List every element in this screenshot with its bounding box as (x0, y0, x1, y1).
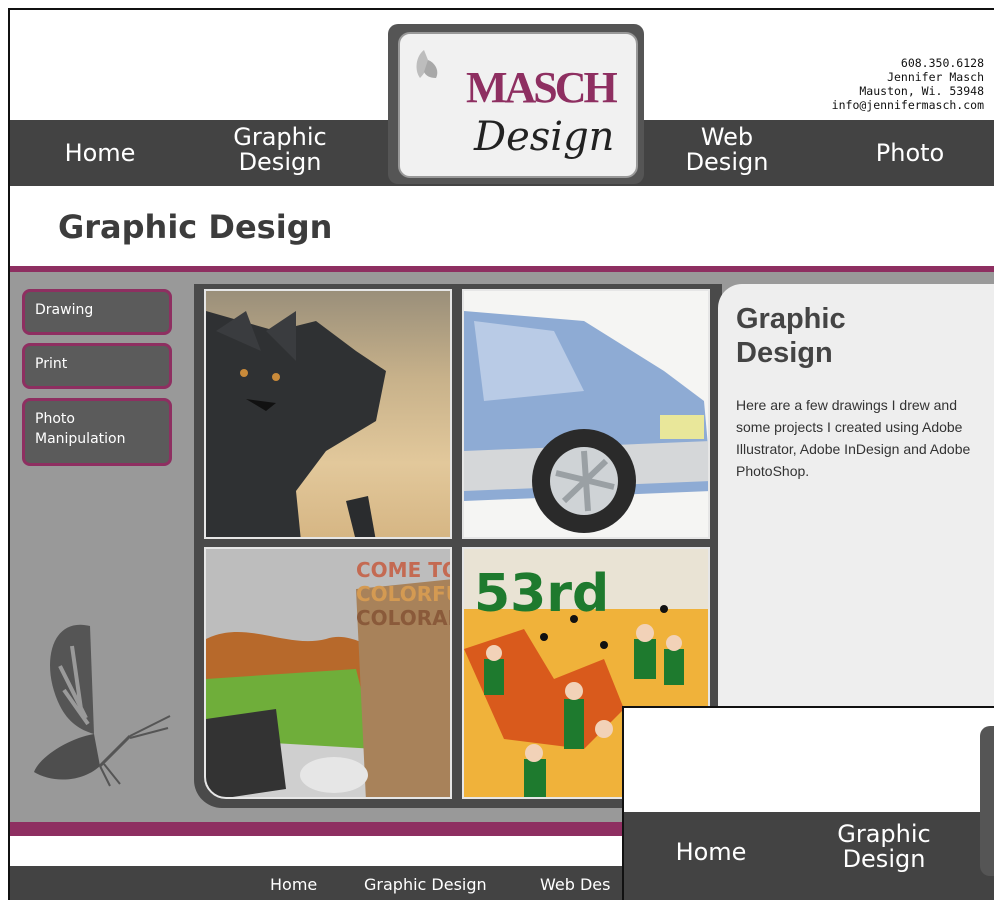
nav-home[interactable]: Home (40, 141, 160, 166)
footer-link-web-design[interactable]: Web Des (540, 876, 610, 894)
logo-text-design: Design (473, 114, 614, 160)
butterfly-icon (416, 50, 438, 78)
nav-web-design-line1: Web (700, 123, 754, 151)
panel-heading: Graphic Design (736, 302, 846, 370)
sidebar-item-photo-manipulation[interactable]: Photo Manipulation (22, 398, 172, 466)
wolf-image (206, 311, 386, 537)
nav-photo[interactable]: Photo (850, 141, 970, 166)
nav-web-design[interactable]: Web Design (662, 125, 792, 175)
contact-city: Mauston, Wi. 53948 (859, 84, 984, 98)
footer-link-home[interactable]: Home (270, 876, 317, 894)
panel-heading-line1: Graphic (736, 303, 846, 335)
logo-text-masch: MASCH (466, 63, 618, 112)
colorado-sign-line1: COME TO (356, 558, 452, 582)
car-drawing (464, 311, 708, 533)
fest-number: 53rd (474, 564, 609, 624)
overlay-nav-graphic-line2: Design (842, 845, 926, 873)
logo-link[interactable]: MASCH Design (398, 32, 638, 178)
browser-viewport: 608.350.6128 Jennifer Masch Mauston, Wi.… (8, 8, 994, 900)
nav-graphic-design-line2: Design (238, 148, 322, 176)
overlapping-window: Home Graphic Design (622, 706, 994, 900)
panel-body: Here are a few drawings I drew and some … (736, 397, 971, 479)
colorado-drawing: COME TO COLORFUL COLORAD (206, 549, 452, 797)
colorado-sign-line3: COLORAD (356, 606, 452, 630)
overlay-nav-graphic-design[interactable]: Graphic Design (814, 822, 954, 872)
thumb-car[interactable] (462, 289, 710, 539)
page-title: Graphic Design (58, 208, 333, 246)
sidebar-item-label-line2: Manipulation (35, 431, 126, 447)
sidebar-item-print[interactable]: Print (22, 343, 172, 389)
panel-heading-line2: Design (736, 337, 833, 369)
thumb-colorado[interactable]: COME TO COLORFUL COLORAD (204, 547, 452, 799)
masch-design-logo: MASCH Design (416, 50, 621, 160)
overlay-logo-frame (980, 726, 994, 876)
sidebar-item-drawing[interactable]: Drawing (22, 289, 172, 335)
sidebar-item-label-line1: Photo (35, 411, 75, 427)
thumb-wolf[interactable] (204, 289, 452, 539)
nav-graphic-design-line1: Graphic (233, 123, 327, 151)
nav-web-design-line2: Design (685, 148, 769, 176)
nav-graphic-design[interactable]: Graphic Design (210, 125, 350, 175)
contact-email[interactable]: info@jennifermasch.com (832, 98, 984, 112)
colorado-sign-line2: COLORFUL (356, 582, 452, 606)
overlay-nav-home[interactable]: Home (652, 840, 770, 865)
contact-phone: 608.350.6128 (900, 56, 984, 70)
overlay-nav-graphic-line1: Graphic (837, 820, 931, 848)
butterfly-icon (34, 624, 171, 787)
footer-link-graphic-design[interactable]: Graphic Design (364, 876, 487, 894)
contact-info: 608.350.6128 Jennifer Masch Mauston, Wi.… (832, 56, 984, 112)
contact-name: Jennifer Masch (887, 70, 984, 84)
